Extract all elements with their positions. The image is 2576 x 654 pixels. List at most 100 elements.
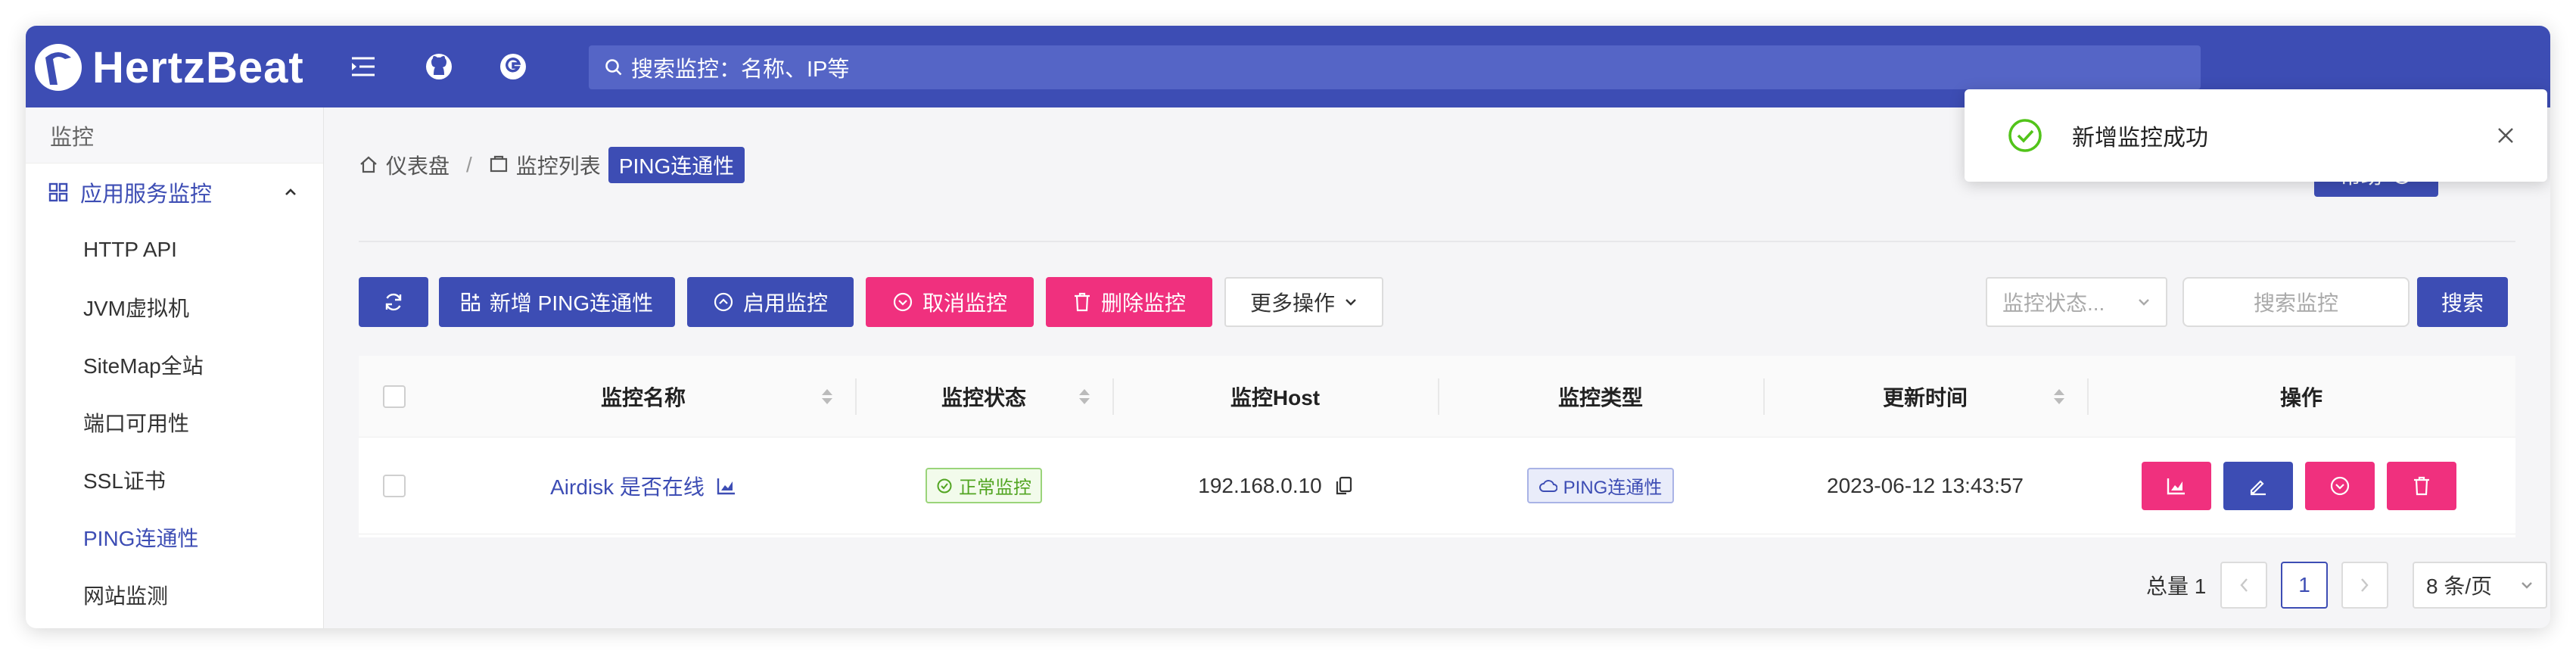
sidebar-item-jvm[interactable]: JVM虚拟机 xyxy=(26,279,323,336)
gitee-icon[interactable] xyxy=(498,51,528,82)
breadcrumb-home[interactable]: 仪表盘 xyxy=(386,150,450,180)
edit-icon xyxy=(2250,480,2266,496)
view-chart-button[interactable] xyxy=(2142,462,2211,510)
host-text: 192.168.0.10 xyxy=(1198,473,1322,497)
prev-page-button[interactable] xyxy=(2220,562,2267,609)
table-row: Airdisk 是否在线 正常监控 192.168.0.10 PING连通性 2… xyxy=(359,438,2515,534)
sidebar-item-label: 端口可用性 xyxy=(83,412,190,435)
chevron-down-icon xyxy=(2139,299,2149,306)
next-page-button[interactable] xyxy=(2341,562,2388,609)
sort-icon[interactable] xyxy=(822,389,832,404)
sidebar-item-http-api[interactable]: HTTP API xyxy=(26,221,323,279)
divider xyxy=(359,241,2515,242)
updated-time-cell: 2023-06-12 13:43:57 xyxy=(1763,438,2087,534)
status-select-placeholder: 监控状态... xyxy=(2002,291,2105,315)
area-chart-icon xyxy=(2167,478,2185,495)
success-toast: 新增监控成功 xyxy=(1965,89,2547,182)
more-actions-button[interactable]: 更多操作 xyxy=(1224,277,1383,327)
monitor-status-select[interactable]: 监控状态... xyxy=(1986,277,2167,327)
menu-collapse-icon[interactable] xyxy=(348,51,378,82)
chevron-left-icon xyxy=(2240,578,2248,592)
sidebar-item-ssl[interactable]: SSL证书 xyxy=(26,451,323,509)
monitor-type-cell: PING连通性 xyxy=(1438,438,1763,534)
cancel-monitor-label: 取消监控 xyxy=(922,291,1007,315)
sidebar-item-website[interactable]: 网站监测 xyxy=(26,566,323,624)
monitor-table: 监控名称 监控状态 监控Host 监控类型 更新时间 操作 Airdisk 是否… xyxy=(359,356,2515,537)
sidebar-item-sitemap[interactable]: SiteMap全站 xyxy=(26,336,323,394)
appstore-add-icon xyxy=(461,292,480,312)
actions-cell xyxy=(2087,438,2515,534)
sidebar-group-app-service[interactable]: 应用服务监控 xyxy=(26,164,323,221)
logo-text: HertzBeat xyxy=(92,42,304,92)
copy-icon[interactable] xyxy=(1336,476,1352,496)
column-header-label: 监控状态 xyxy=(941,385,1026,410)
search-button[interactable]: 搜索 xyxy=(2417,277,2508,327)
column-header-name[interactable]: 监控名称 xyxy=(431,356,855,437)
column-header-host: 监控Host xyxy=(1112,356,1438,437)
breadcrumb-separator: / xyxy=(466,153,472,176)
monitor-host-cell: 192.168.0.10 xyxy=(1112,438,1438,534)
home-icon xyxy=(360,156,377,173)
updated-time: 2023-06-12 13:43:57 xyxy=(1827,473,2024,497)
down-circle-icon xyxy=(893,292,913,312)
search-icon xyxy=(605,59,622,76)
chevron-down-icon xyxy=(1346,299,1356,306)
column-header-label: 操作 xyxy=(2279,385,2322,410)
total-label: 总量 1 xyxy=(2146,575,2207,598)
sidebar-item-ping[interactable]: PING连通性 xyxy=(26,509,323,566)
sidebar-item-port[interactable]: 端口可用性 xyxy=(26,394,323,451)
column-header-updated[interactable]: 更新时间 xyxy=(1763,356,2087,437)
column-header-label: 监控Host xyxy=(1230,385,1321,410)
sort-icon[interactable] xyxy=(1079,389,1090,404)
global-search-input[interactable]: 搜索监控：名称、IP等 xyxy=(589,45,2201,89)
column-header-status[interactable]: 监控状态 xyxy=(855,356,1112,437)
column-header-actions: 操作 xyxy=(2087,356,2515,437)
sidebar: 监控 应用服务监控 HTTP API JVM虚拟机 SiteMap全站 端口可用… xyxy=(26,107,324,628)
delete-row-button[interactable] xyxy=(2387,462,2456,510)
area-chart-icon xyxy=(717,478,735,494)
up-circle-icon xyxy=(714,292,733,312)
monitor-name-link[interactable]: Airdisk 是否在线 xyxy=(431,438,855,534)
delete-monitor-button[interactable]: 删除监控 xyxy=(1046,277,1212,327)
github-icon[interactable] xyxy=(424,51,454,82)
delete-icon xyxy=(1074,292,1090,312)
monitor-search-placeholder: 搜索监控 xyxy=(2253,291,2338,315)
column-header-label: 更新时间 xyxy=(1882,385,1968,410)
monitor-status-cell: 正常监控 xyxy=(855,438,1112,534)
sidebar-root-label: 监控 xyxy=(50,125,95,150)
cancel-monitor-button[interactable]: 取消监控 xyxy=(866,277,1034,327)
sidebar-root-monitor[interactable]: 监控 xyxy=(26,107,323,164)
select-all-checkbox[interactable] xyxy=(378,356,410,437)
cancel-row-monitor-button[interactable] xyxy=(2305,462,2375,510)
sync-icon xyxy=(385,293,402,311)
page-number: 1 xyxy=(2298,573,2310,596)
page-number-button[interactable]: 1 xyxy=(2281,562,2328,609)
refresh-button[interactable] xyxy=(359,277,428,327)
sidebar-item-label: JVM虚拟机 xyxy=(83,297,190,320)
check-circle-icon xyxy=(937,478,952,493)
add-monitor-label: 新增 PING连通性 xyxy=(489,291,654,315)
logo[interactable]: HertzBeat xyxy=(32,41,304,94)
add-monitor-button[interactable]: 新增 PING连通性 xyxy=(439,277,675,327)
row-checkbox[interactable] xyxy=(378,438,410,534)
status-badge: 正常监控 xyxy=(926,468,1042,503)
down-circle-icon xyxy=(2330,476,2350,496)
table-header: 监控名称 监控状态 监控Host 监控类型 更新时间 操作 xyxy=(359,356,2515,438)
chevron-down-icon xyxy=(2522,582,2532,589)
monitor-search-input[interactable]: 搜索监控 xyxy=(2182,277,2410,327)
sidebar-item-label: PING连通性 xyxy=(83,527,199,550)
toast-message: 新增监控成功 xyxy=(2072,126,2208,151)
sort-icon[interactable] xyxy=(2054,389,2064,404)
edit-button[interactable] xyxy=(2223,462,2293,510)
monitor-name: Airdisk 是否在线 xyxy=(550,475,705,499)
breadcrumb-list[interactable]: 监控列表 xyxy=(516,150,601,180)
sidebar-item-label: SSL证书 xyxy=(83,469,166,493)
delete-icon xyxy=(2414,476,2429,496)
column-header-type: 监控类型 xyxy=(1438,356,1763,437)
page-size-label: 8 条/页 xyxy=(2426,575,2493,598)
type-text: PING连通性 xyxy=(1563,478,1663,498)
enable-monitor-button[interactable]: 启用监控 xyxy=(687,277,854,327)
page-size-select[interactable]: 8 条/页 xyxy=(2413,562,2547,609)
close-icon[interactable] xyxy=(2496,126,2515,145)
hertzbeat-logo-icon xyxy=(35,44,82,91)
